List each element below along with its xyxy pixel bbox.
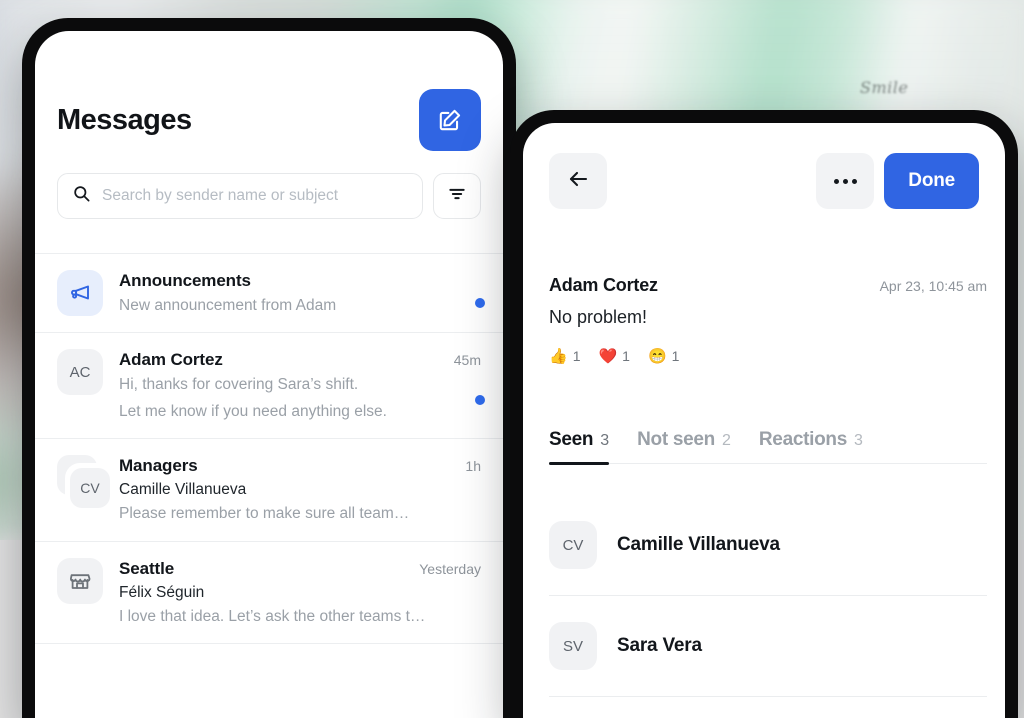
avatar: CV (549, 521, 597, 569)
message-sender: Seattle (119, 559, 174, 579)
avatar: AC (57, 349, 103, 395)
message-preview: I love that idea. Let’s ask the other te… (119, 606, 481, 628)
reaction-count: 1 (573, 348, 581, 364)
list-item[interactable]: CV Camille Villanueva (549, 495, 987, 596)
reaction-count: 1 (672, 348, 680, 364)
message-subtitle: Félix Séguin (119, 584, 481, 602)
phone-left-frame: Messages (22, 18, 516, 718)
message-preview-line-2: Let me know if you need anything else. (119, 401, 481, 423)
table-row-partial[interactable] (35, 643, 503, 655)
table-row[interactable]: C CV Managers 1h Camille Villanueva Plea… (35, 438, 503, 540)
reaction-chip[interactable]: ❤️ 1 (598, 348, 629, 364)
message-sender: Managers (119, 456, 198, 476)
reaction-count: 1 (622, 348, 630, 364)
person-name: Camille Villanueva (617, 534, 780, 556)
person-name: Sara Vera (617, 635, 702, 657)
reaction-bar: 👍 1 ❤️ 1 😁 1 (549, 348, 987, 364)
message-body: Announcements New announcement from Adam (119, 270, 481, 317)
tab-label: Not seen (637, 429, 715, 451)
back-arrow-icon (566, 167, 590, 196)
message-top-row: Managers 1h (119, 456, 481, 476)
seen-by-list: CV Camille Villanueva SV Sara Vera (549, 495, 987, 718)
message-time: 1h (465, 458, 481, 474)
background-watermark: Smile (860, 78, 908, 97)
unread-indicator (475, 395, 485, 405)
search-box[interactable] (57, 173, 423, 219)
back-button[interactable] (549, 153, 607, 209)
message-list: Announcements New announcement from Adam… (35, 253, 503, 655)
detail-toolbar: Done (523, 153, 1005, 209)
avatar (57, 558, 103, 604)
avatar: SV (549, 622, 597, 670)
detail-tabs: Seen 3 Not seen 2 Reactions 3 (549, 429, 987, 464)
detail-toolbar-right: Done (816, 153, 979, 209)
message-subtitle: Camille Villanueva (119, 481, 481, 499)
message-body: Seattle Yesterday Félix Séguin I love th… (119, 558, 481, 628)
filter-icon (447, 184, 467, 209)
phone-right-screen: Done Adam Cortez Apr 23, 10:45 am No pro… (523, 123, 1005, 718)
avatar (57, 270, 103, 316)
tab-label: Seen (549, 429, 593, 451)
store-icon (68, 569, 92, 593)
detail-sender-name: Adam Cortez (549, 275, 658, 296)
compose-edit-icon (437, 107, 463, 133)
message-detail-screen: Done Adam Cortez Apr 23, 10:45 am No pro… (523, 123, 1005, 718)
inbox-screen: Messages (35, 31, 503, 718)
unread-indicator (475, 298, 485, 308)
list-item[interactable]: SV Sara Vera (549, 596, 987, 697)
page-title: Messages (57, 104, 192, 137)
done-button[interactable]: Done (884, 153, 979, 209)
message-top-row: Adam Cortez 45m (119, 350, 481, 370)
message-body: Managers 1h Camille Villanueva Please re… (119, 455, 481, 525)
message-top-row: Announcements (119, 271, 481, 291)
table-row[interactable]: AC Adam Cortez 45m Hi, thanks for coveri… (35, 332, 503, 438)
message-top-row: Seattle Yesterday (119, 559, 481, 579)
table-row[interactable]: Seattle Yesterday Félix Séguin I love th… (35, 541, 503, 643)
tab-count: 3 (854, 432, 863, 450)
tab-label: Reactions (759, 429, 847, 451)
list-item[interactable] (549, 697, 987, 718)
filter-button[interactable] (433, 173, 481, 219)
compose-button[interactable] (419, 89, 481, 151)
more-horizontal-icon (834, 179, 857, 184)
message-body: Adam Cortez 45m Hi, thanks for covering … (119, 349, 481, 423)
avatar: CV (70, 468, 110, 508)
megaphone-icon (68, 281, 92, 305)
phone-right-frame: Done Adam Cortez Apr 23, 10:45 am No pro… (510, 110, 1018, 718)
heart-emoji: ❤️ (598, 349, 617, 364)
message-time: Yesterday (419, 561, 481, 577)
tab-reactions[interactable]: Reactions 3 (759, 429, 863, 451)
tab-seen[interactable]: Seen 3 (549, 429, 609, 451)
search-row (57, 173, 481, 219)
message-time: 45m (454, 352, 481, 368)
message-preview: New announcement from Adam (119, 295, 481, 317)
message-sender: Adam Cortez (119, 350, 223, 370)
grin-emoji: 😁 (648, 349, 667, 364)
more-options-button[interactable] (816, 153, 874, 209)
thumbs-up-emoji: 👍 (549, 349, 568, 364)
table-row[interactable]: Announcements New announcement from Adam (35, 253, 503, 332)
search-icon (72, 184, 91, 208)
message-preview-line-1: Hi, thanks for covering Sara’s shift. (119, 374, 481, 396)
tab-not-seen[interactable]: Not seen 2 (637, 429, 731, 451)
inbox-header: Messages (35, 89, 503, 151)
detail-timestamp: Apr 23, 10:45 am (880, 278, 987, 294)
detail-message: Adam Cortez Apr 23, 10:45 am No problem!… (549, 275, 987, 364)
reaction-chip[interactable]: 👍 1 (549, 348, 580, 364)
tab-count: 3 (600, 432, 609, 450)
detail-message-header: Adam Cortez Apr 23, 10:45 am (549, 275, 987, 296)
phone-left-screen: Messages (35, 31, 503, 718)
search-input[interactable] (102, 187, 408, 205)
detail-message-body: No problem! (549, 307, 987, 328)
message-sender: Announcements (119, 271, 251, 291)
message-preview: Please remember to make sure all team… (119, 503, 481, 525)
tab-count: 2 (722, 432, 731, 450)
avatar-group: C CV (57, 455, 103, 501)
reaction-chip[interactable]: 😁 1 (648, 348, 679, 364)
